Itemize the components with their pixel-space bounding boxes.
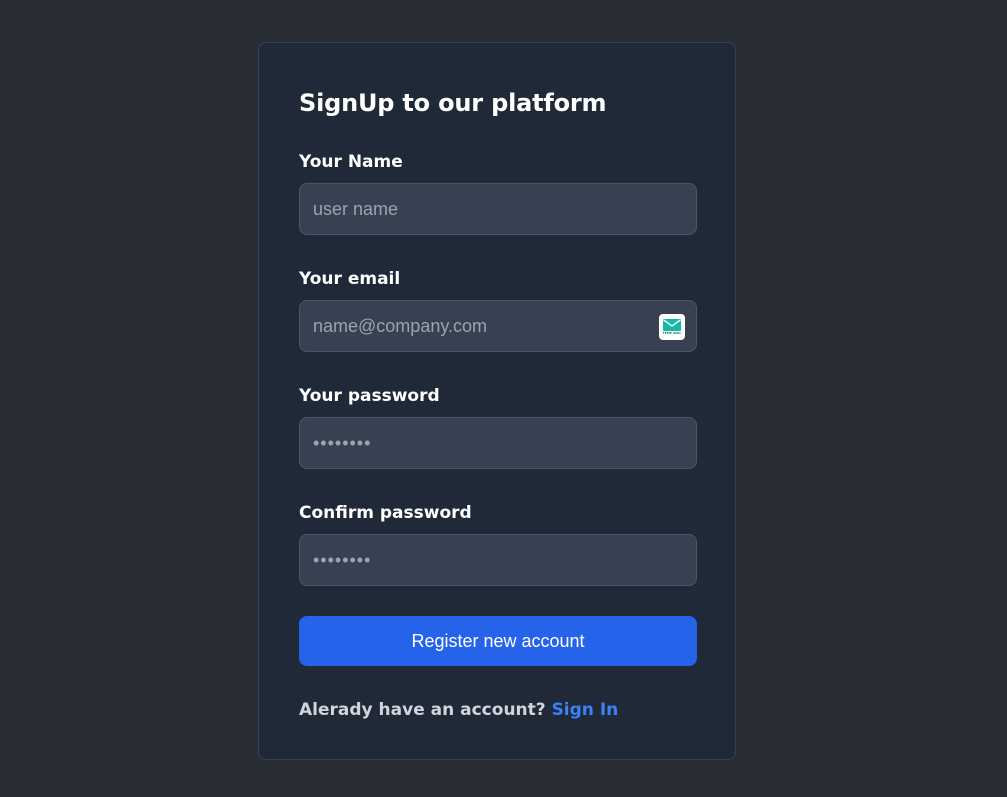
password-field-wrapper bbox=[299, 417, 697, 469]
password-label: Your password bbox=[299, 386, 440, 406]
confirm-password-input[interactable] bbox=[300, 535, 696, 585]
signin-prompt-text: Alerady have an account? bbox=[299, 700, 546, 720]
name-field-wrapper bbox=[299, 183, 697, 235]
password-input[interactable] bbox=[300, 418, 696, 468]
email-field-wrapper: TEMP MAIL bbox=[299, 300, 697, 352]
name-label: Your Name bbox=[299, 152, 403, 172]
email-input[interactable] bbox=[300, 301, 696, 351]
tempmail-icon[interactable]: TEMP MAIL bbox=[659, 314, 685, 340]
email-label: Your email bbox=[299, 269, 401, 289]
tempmail-badge-text: TEMP MAIL bbox=[662, 331, 682, 335]
name-input[interactable] bbox=[300, 184, 696, 234]
signin-link[interactable]: Sign In bbox=[552, 700, 619, 720]
page-title: SignUp to our platform bbox=[299, 89, 607, 117]
envelope-icon bbox=[663, 319, 681, 331]
register-button[interactable]: Register new account bbox=[299, 616, 697, 666]
signup-card: SignUp to our platform Your Name Your em… bbox=[258, 42, 736, 760]
confirm-password-field-wrapper bbox=[299, 534, 697, 586]
confirm-password-label: Confirm password bbox=[299, 503, 472, 523]
signin-prompt: Alerady have an account? Sign In bbox=[299, 698, 618, 722]
